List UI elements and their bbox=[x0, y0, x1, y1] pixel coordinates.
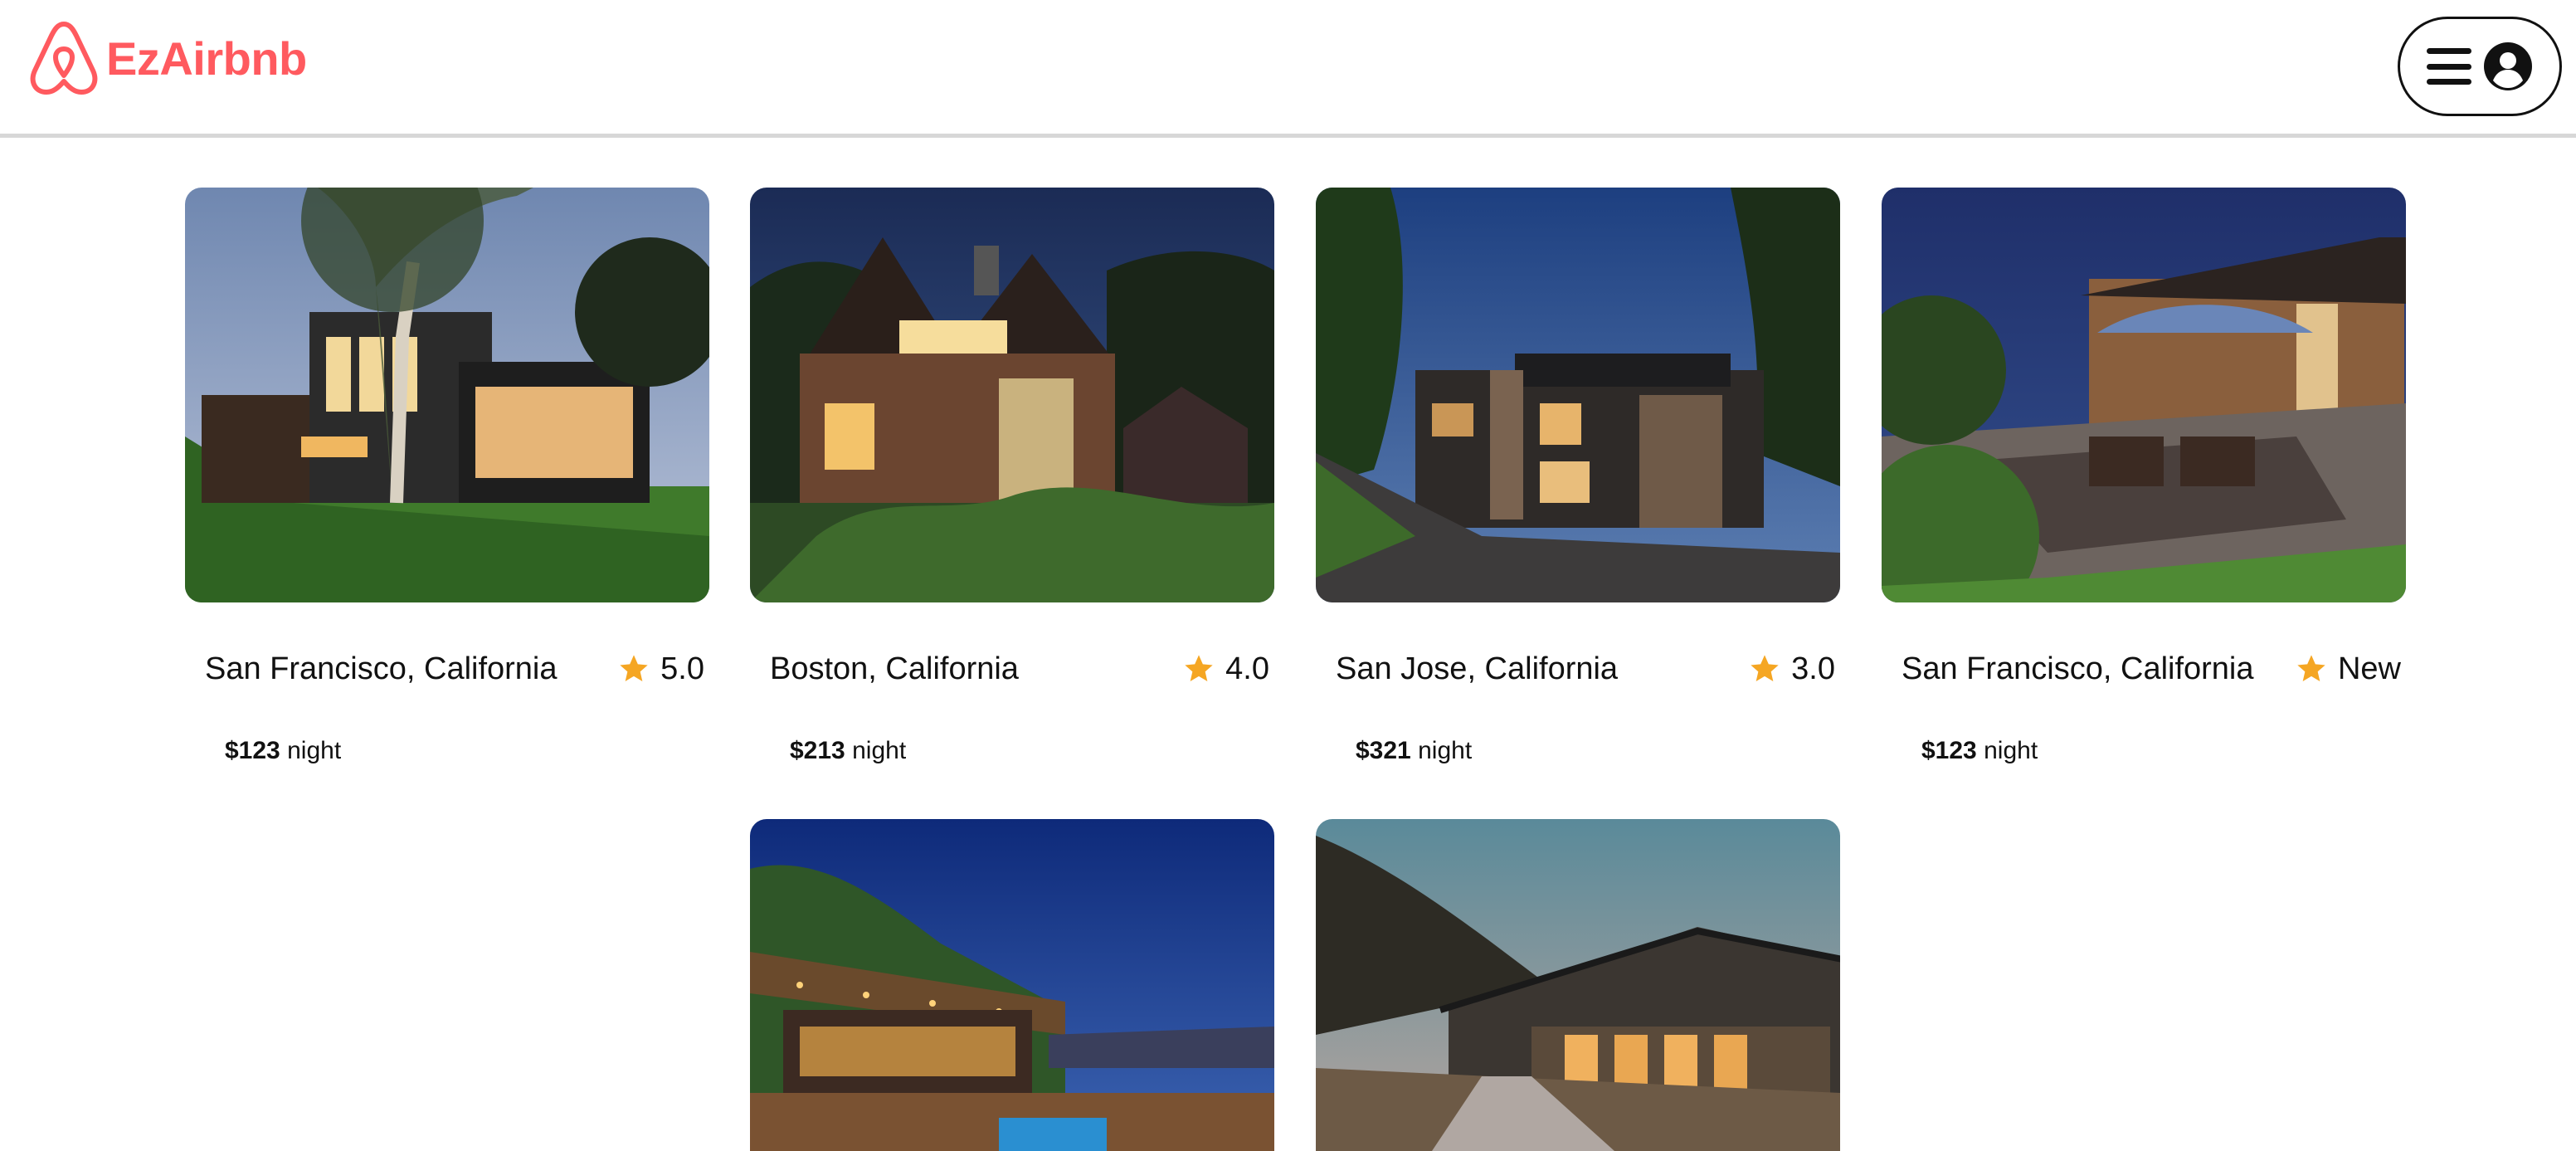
listing-rating: 4.0 bbox=[1182, 651, 1269, 687]
listing-location: San Francisco, California bbox=[205, 651, 558, 686]
rating-value: 5.0 bbox=[660, 651, 704, 686]
user-menu-button[interactable] bbox=[2398, 17, 2562, 116]
listing-rating: New bbox=[2295, 651, 2401, 687]
listing-photo[interactable] bbox=[750, 819, 1274, 1151]
listing-meta: Boston, California 4.0 bbox=[770, 651, 1269, 687]
listing-photo-image bbox=[750, 819, 1274, 1151]
listing-price: $321 night bbox=[1356, 737, 1472, 765]
listing-price: $123 night bbox=[1921, 737, 2038, 765]
listing-location: Boston, California bbox=[770, 651, 1019, 686]
listing-photo[interactable] bbox=[1882, 188, 2406, 602]
listing-card[interactable]: San Jose, California 3.0 $321 night bbox=[1316, 188, 1840, 764]
listing-photo[interactable] bbox=[1316, 188, 1840, 602]
listing-price: $123 night bbox=[225, 737, 341, 765]
listing-photo-image bbox=[1316, 819, 1840, 1151]
listing-photo-image bbox=[1316, 188, 1840, 602]
listing-photo-image bbox=[750, 188, 1274, 602]
price-amount: $123 bbox=[1921, 737, 1977, 764]
listing-location: San Jose, California bbox=[1336, 651, 1619, 686]
hamburger-menu-icon bbox=[2427, 48, 2471, 85]
listing-photo-image bbox=[1882, 188, 2406, 602]
rating-value: 3.0 bbox=[1791, 651, 1835, 686]
listing-meta: San Francisco, California New bbox=[1902, 651, 2401, 687]
app-name: EzAirbnb bbox=[106, 32, 307, 85]
price-amount: $213 bbox=[790, 737, 845, 764]
listing-card[interactable]: Boston, California 4.0 $213 night bbox=[750, 188, 1274, 764]
listing-location: San Francisco, California bbox=[1902, 651, 2254, 686]
listing-meta: San Francisco, California 5.0 bbox=[205, 651, 704, 687]
user-avatar-icon bbox=[2484, 42, 2532, 90]
price-amount: $123 bbox=[225, 737, 280, 764]
price-unit: night bbox=[287, 737, 342, 764]
listing-rating: 5.0 bbox=[617, 651, 704, 687]
rating-value: New bbox=[2337, 651, 2401, 686]
star-icon bbox=[2297, 655, 2325, 681]
listing-rating: 3.0 bbox=[1748, 651, 1835, 687]
price-unit: night bbox=[1984, 737, 2038, 764]
rating-value: 4.0 bbox=[1225, 651, 1269, 686]
listing-photo[interactable] bbox=[185, 188, 709, 602]
listing-photo[interactable] bbox=[750, 188, 1274, 602]
listing-card[interactable]: San Francisco, California New $123 night bbox=[1882, 188, 2406, 764]
listing-price: $213 night bbox=[790, 737, 906, 765]
star-icon bbox=[620, 655, 648, 681]
star-icon bbox=[1751, 655, 1779, 681]
listing-card[interactable]: San Francisco, California 5.0 $123 night bbox=[185, 188, 709, 764]
price-unit: night bbox=[852, 737, 907, 764]
listing-photo-image bbox=[185, 188, 709, 602]
listing-photo[interactable] bbox=[1316, 819, 1840, 1151]
star-icon bbox=[1185, 655, 1213, 681]
airbnb-logo-icon bbox=[30, 22, 98, 95]
price-unit: night bbox=[1418, 737, 1473, 764]
top-navigation-bar: EzAirbnb bbox=[0, 0, 2576, 138]
price-amount: $321 bbox=[1356, 737, 1411, 764]
home-logo-link[interactable]: EzAirbnb bbox=[27, 17, 307, 100]
listing-meta: San Jose, California 3.0 bbox=[1336, 651, 1835, 687]
